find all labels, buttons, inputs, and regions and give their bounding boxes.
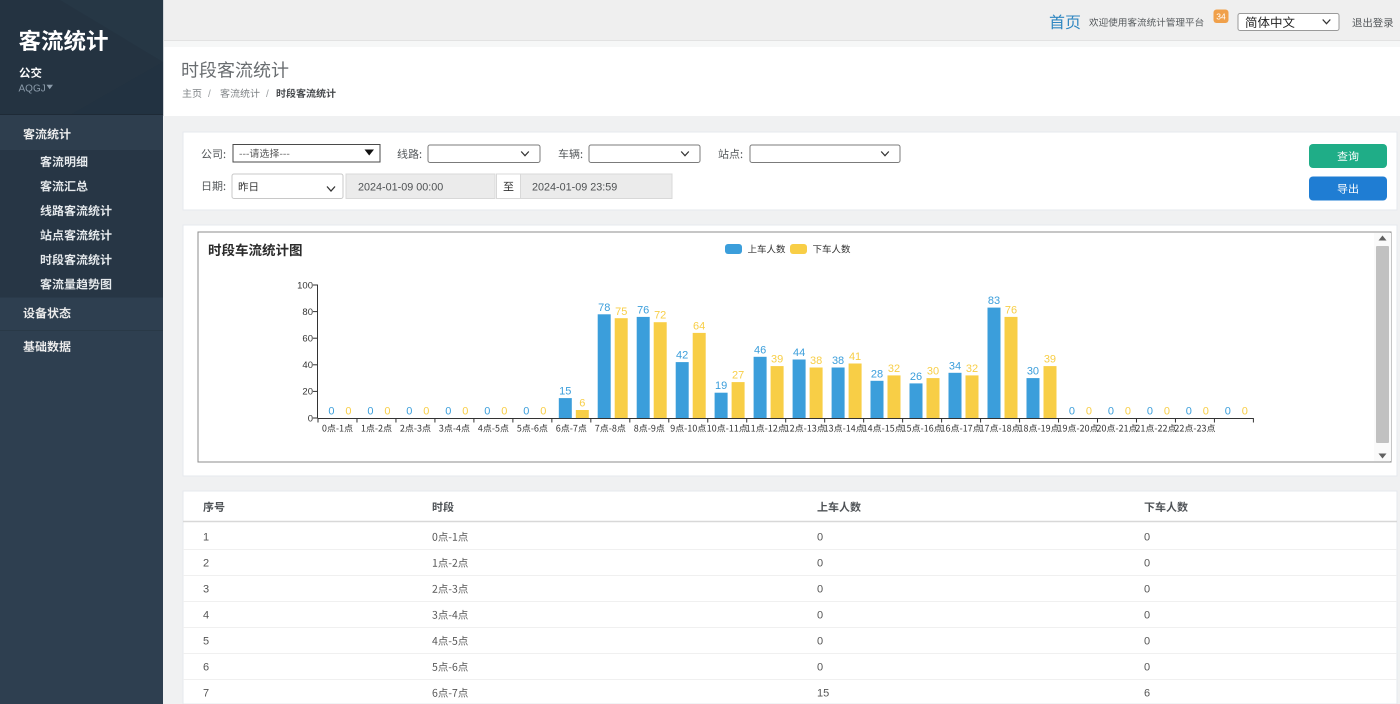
svg-text:4: 4	[203, 610, 209, 622]
svg-text:41: 41	[849, 351, 861, 363]
svg-text:0: 0	[1144, 610, 1150, 622]
svg-text:2024-01-09 23:59: 2024-01-09 23:59	[532, 182, 617, 194]
svg-text:38: 38	[810, 355, 822, 367]
svg-text:0: 0	[328, 406, 334, 418]
svg-text:80: 80	[302, 307, 313, 318]
svg-text:0: 0	[1225, 406, 1231, 418]
svg-text:0: 0	[1069, 406, 1075, 418]
svg-text:0: 0	[445, 406, 451, 418]
svg-text:5: 5	[203, 636, 209, 648]
svg-text:2: 2	[203, 558, 209, 570]
svg-text:60: 60	[302, 334, 313, 345]
svg-text:26: 26	[910, 371, 922, 383]
svg-text:32: 32	[966, 363, 978, 375]
svg-text:100: 100	[297, 280, 313, 291]
svg-text:7: 7	[203, 688, 209, 700]
svg-text:0: 0	[1144, 558, 1150, 570]
svg-text:72: 72	[654, 310, 666, 322]
svg-text:6: 6	[1144, 688, 1150, 700]
svg-text:2024-01-09 00:00: 2024-01-09 00:00	[358, 182, 443, 194]
svg-text:0: 0	[1144, 636, 1150, 648]
svg-text:3: 3	[203, 584, 209, 596]
svg-text:30: 30	[927, 366, 939, 378]
svg-text:0: 0	[523, 406, 529, 418]
svg-text:78: 78	[598, 302, 610, 314]
svg-text:0: 0	[423, 406, 429, 418]
svg-text:15: 15	[817, 688, 829, 700]
svg-text:34: 34	[949, 360, 961, 372]
svg-text:0: 0	[1164, 406, 1170, 418]
svg-text:/: /	[266, 89, 269, 100]
svg-text:0: 0	[384, 406, 390, 418]
svg-text:0: 0	[484, 406, 490, 418]
svg-text:0: 0	[1125, 406, 1131, 418]
svg-text:0: 0	[1144, 584, 1150, 596]
svg-text:15: 15	[559, 386, 571, 398]
svg-text:76: 76	[1005, 304, 1017, 316]
svg-text:40: 40	[302, 360, 313, 371]
svg-text:6: 6	[579, 398, 585, 410]
svg-text:38: 38	[832, 355, 844, 367]
svg-text:0: 0	[817, 610, 823, 622]
svg-text:0: 0	[817, 584, 823, 596]
svg-text:0: 0	[1186, 406, 1192, 418]
svg-text:42: 42	[676, 350, 688, 362]
svg-text:20: 20	[302, 387, 313, 398]
svg-text:0: 0	[817, 558, 823, 570]
svg-text:0: 0	[308, 413, 313, 424]
svg-text:0: 0	[501, 406, 507, 418]
svg-text:19: 19	[715, 380, 727, 392]
svg-text:83: 83	[988, 295, 1000, 307]
svg-text:0: 0	[540, 406, 546, 418]
svg-text:39: 39	[771, 354, 783, 366]
svg-text:1: 1	[203, 532, 209, 544]
svg-text:64: 64	[693, 320, 705, 332]
svg-text:0: 0	[406, 406, 412, 418]
svg-text:0: 0	[817, 532, 823, 544]
svg-text:0: 0	[1086, 406, 1092, 418]
svg-text:AQGJ: AQGJ	[19, 84, 46, 95]
svg-text:39: 39	[1044, 354, 1056, 366]
svg-text:0: 0	[1144, 662, 1150, 674]
svg-text:0: 0	[1144, 532, 1150, 544]
svg-text:76: 76	[637, 304, 649, 316]
svg-text:0: 0	[1242, 406, 1248, 418]
svg-text:/: /	[208, 89, 211, 100]
svg-text:75: 75	[615, 306, 627, 318]
svg-text:0: 0	[1147, 406, 1153, 418]
svg-text:0: 0	[462, 406, 468, 418]
svg-text:28: 28	[871, 368, 883, 380]
svg-text:0: 0	[345, 406, 351, 418]
svg-text:46: 46	[754, 344, 766, 356]
svg-text:30: 30	[1027, 366, 1039, 378]
svg-text:32: 32	[888, 363, 900, 375]
svg-text:27: 27	[732, 370, 744, 382]
svg-text:0: 0	[367, 406, 373, 418]
svg-text:0: 0	[1203, 406, 1209, 418]
svg-text:34: 34	[1216, 12, 1226, 22]
svg-text:0: 0	[817, 662, 823, 674]
svg-text:0: 0	[1108, 406, 1114, 418]
svg-text:0: 0	[817, 636, 823, 648]
svg-text:6: 6	[203, 662, 209, 674]
svg-text:44: 44	[793, 347, 805, 359]
